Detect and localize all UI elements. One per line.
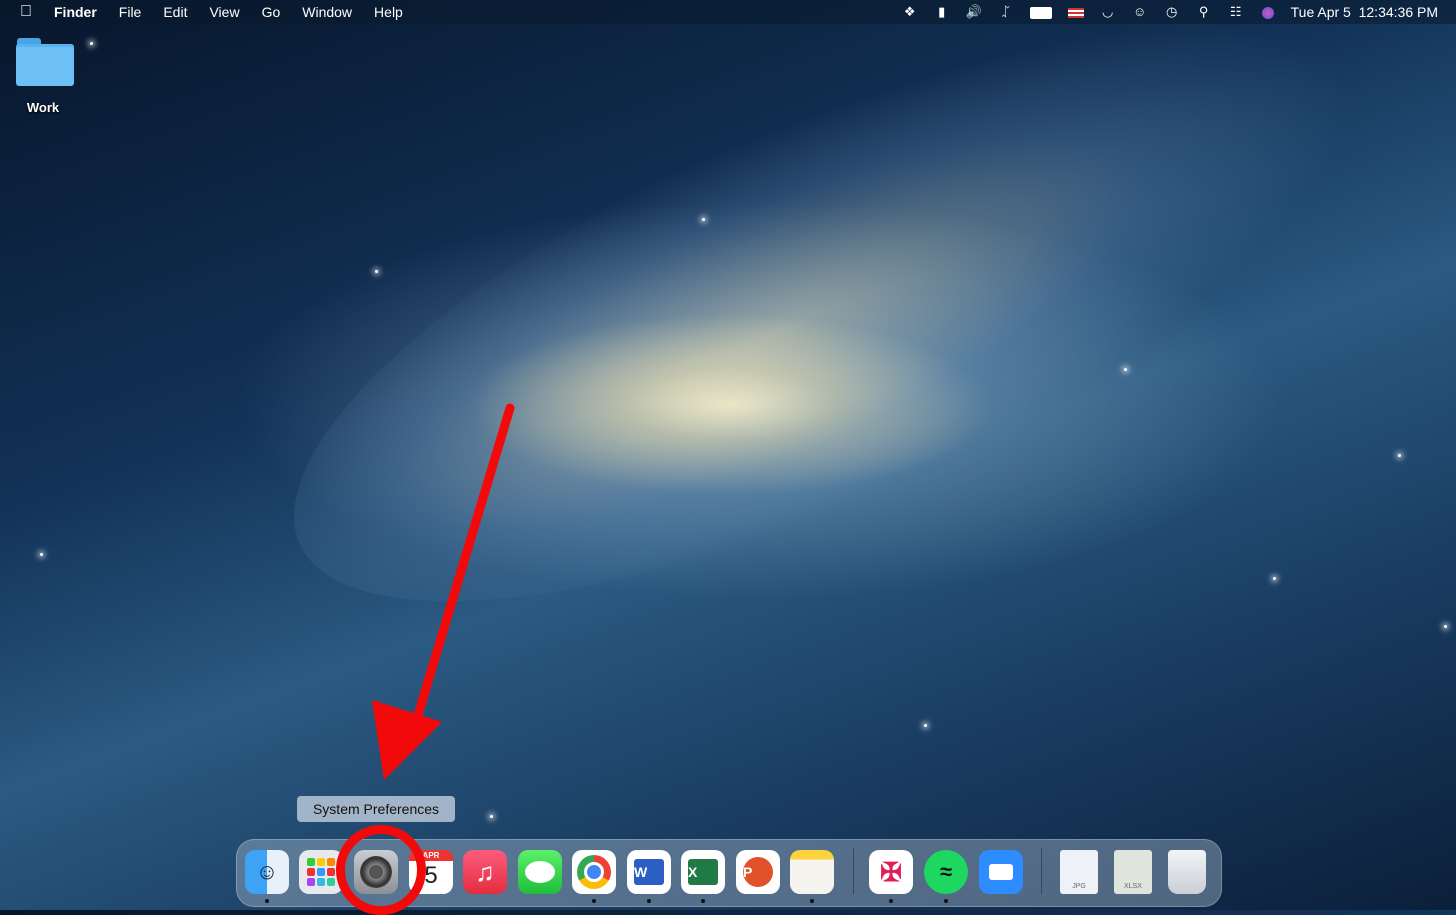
launchpad-icon [307,858,335,886]
dock-zoom[interactable] [979,850,1023,894]
dock-separator [1041,848,1042,894]
dock-slack[interactable]: ✠ [869,850,913,894]
dock-excel[interactable]: X [681,850,725,894]
spotify-icon: ≈ [939,859,953,884]
running-indicator [265,899,269,903]
dock-file-xlsx[interactable]: XLSX [1114,850,1152,894]
running-indicator [647,899,651,903]
calendar-day: 5 [424,862,438,889]
running-indicator [810,899,814,903]
excel-icon: X [688,859,718,885]
chrome-icon [577,855,611,889]
dock-finder[interactable]: ☺ [245,850,289,894]
dock-file-jpg[interactable]: JPG [1060,850,1098,894]
speech-bubble-icon [525,861,555,883]
finder-icon: ☺ [255,859,279,884]
dock-notes[interactable] [790,850,834,894]
word-icon: W [634,859,664,885]
dock-powerpoint[interactable]: P [736,850,780,894]
powerpoint-icon: P [743,857,773,887]
running-indicator [944,899,948,903]
dock-separator [853,848,854,894]
dock-tooltip: System Preferences [297,796,455,822]
dock-spotify[interactable]: ≈ [924,850,968,894]
running-indicator [701,899,705,903]
slack-icon: ✠ [880,856,902,887]
dock-music[interactable]: ♫ [463,850,507,894]
running-indicator [592,899,596,903]
file-extension: JPG [1072,883,1086,890]
annotation-arrow [372,403,515,780]
dock-chrome[interactable] [572,850,616,894]
dock-messages[interactable] [518,850,562,894]
file-extension: XLSX [1124,883,1142,890]
music-note-icon: ♫ [475,856,495,887]
dock-trash[interactable] [1168,850,1206,894]
video-camera-icon [989,864,1013,880]
annotation-circle [336,825,426,915]
dock-word[interactable]: W [627,850,671,894]
running-indicator [889,899,893,903]
